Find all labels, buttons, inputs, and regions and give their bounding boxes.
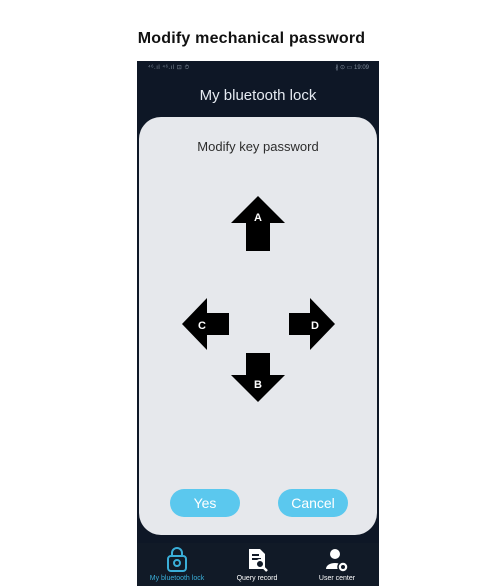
key-label-c: C	[198, 320, 206, 332]
tab-label-query-record: Query record	[236, 575, 278, 582]
tab-my-bluetooth-lock[interactable]: My bluetooth lock	[137, 543, 217, 586]
arrow-down-icon	[231, 353, 285, 402]
bottom-tab-bar: My bluetooth lock Query record User cent…	[137, 543, 379, 586]
status-bar: ⁴⁶.ıl ⁴⁶.ıl ⊡ ⏱ ∦ ⊙ ▭ 19:09	[137, 61, 379, 75]
tab-user-center[interactable]: User center	[297, 543, 377, 586]
modify-password-dialog: Modify key password A B C D Yes Cancel	[139, 117, 377, 535]
arrow-right-key[interactable]: D	[289, 298, 335, 350]
direction-pad: A B C D	[182, 196, 335, 402]
yes-button[interactable]: Yes	[170, 489, 240, 517]
lock-icon	[167, 547, 187, 572]
status-time-battery: ∦ ⊙ ▭ 19:09	[335, 65, 369, 71]
key-label-a: A	[254, 212, 262, 224]
key-label-d: D	[311, 320, 319, 332]
document-search-icon	[249, 549, 268, 572]
phone-screen: ⁴⁶.ıl ⁴⁶.ıl ⊡ ⏱ ∦ ⊙ ▭ 19:09 My bluetooth…	[137, 61, 379, 586]
cancel-button[interactable]: Cancel	[278, 489, 348, 517]
tab-query-record[interactable]: Query record	[217, 543, 297, 586]
arrow-up-key[interactable]: A	[231, 196, 285, 251]
arrow-down-key[interactable]: B	[231, 353, 285, 402]
arrow-left-key[interactable]: C	[182, 298, 229, 350]
app-title: My bluetooth lock	[199, 87, 317, 104]
status-signal-indicators: ⁴⁶.ıl ⁴⁶.ıl ⊡ ⏱	[148, 65, 190, 71]
key-label-b: B	[254, 379, 262, 391]
tab-label-user-center: User center	[318, 575, 356, 582]
user-settings-icon	[326, 549, 349, 573]
tab-label-my-bluetooth-lock: My bluetooth lock	[149, 575, 205, 582]
page-title: Modify mechanical password	[137, 30, 366, 47]
